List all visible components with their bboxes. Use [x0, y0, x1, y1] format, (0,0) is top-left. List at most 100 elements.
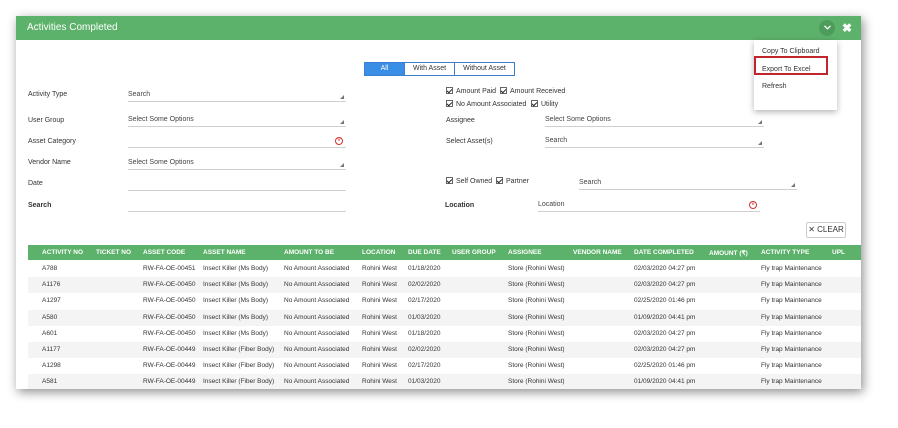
cell-date-completed: 02/03/2020 04:27 pm	[634, 329, 696, 337]
cell-activity-type: Fly trap Maintenance	[761, 281, 822, 289]
cell-activity-no: A601	[42, 329, 58, 337]
cell-asset-code: RW-FA-OE-00450	[143, 313, 196, 321]
cell-activity-no: A1297	[42, 297, 61, 305]
asset-filter-tabs: All With Asset Without Asset	[364, 62, 515, 76]
search-field[interactable]	[128, 199, 346, 212]
checkbox-checked-icon	[500, 87, 507, 94]
table-row[interactable]: A601 RW-FA-OE-00450 Insect Killer (Ms Body…	[28, 326, 861, 342]
clear-button[interactable]: ✕ CLEAR	[806, 222, 846, 238]
column-header-activity-type[interactable]: ACTIVITY TYPE	[761, 249, 809, 256]
cell-asset-code: RW-FA-OE-00449	[143, 378, 196, 386]
partner-checkbox[interactable]: Partner	[496, 177, 529, 185]
self-owned-checkbox[interactable]: Self Owned	[446, 177, 492, 185]
column-header-asset-name[interactable]: ASSET NAME	[203, 249, 246, 256]
cell-due-date: 01/03/2020	[408, 313, 441, 321]
utility-checkbox[interactable]: Utility	[531, 100, 558, 108]
activities-completed-window: Activities Completed ✖ All With Asset Wi…	[16, 16, 861, 389]
cell-activity-no: A1176	[42, 281, 61, 289]
table-row[interactable]: A1298 RW-FA-OE-00449 Insect Killer (Fiber …	[28, 358, 861, 374]
amount-received-checkbox[interactable]: Amount Received	[500, 87, 565, 95]
table-row[interactable]: A580 RW-FA-OE-00450 Insect Killer (Ms Body…	[28, 309, 861, 326]
cell-activity-no: A580	[42, 313, 58, 321]
clear-circle-icon[interactable]: ×	[749, 201, 757, 209]
location-placeholder: Location	[538, 201, 565, 208]
table-row[interactable]: A1177 RW-FA-OE-00449 Insect Killer (Fiber …	[28, 342, 861, 358]
chevron-down-icon[interactable]	[819, 20, 835, 36]
cell-asset-name: Insect Killer (Ms Body)	[203, 297, 269, 305]
column-header-date-completed[interactable]: DATE COMPLETED	[634, 249, 694, 256]
column-header-assignee[interactable]: ASSIGNEE	[508, 249, 542, 256]
column-header-activity-no[interactable]: ACTIVITY NO	[42, 249, 83, 256]
resize-handle-icon	[758, 120, 762, 124]
cell-amount-to-be: No Amount Associated	[284, 329, 350, 337]
column-header-asset-code[interactable]: ASSET CODE	[143, 249, 185, 256]
no-amount-associated-checkbox[interactable]: No Amount Associated	[446, 100, 526, 108]
select-assets-field[interactable]: Search	[545, 135, 764, 148]
column-header-amount[interactable]: AMOUNT (₹)	[709, 249, 748, 257]
column-header-due-date[interactable]: DUE DATE	[408, 249, 441, 256]
resize-handle-icon	[340, 163, 344, 167]
asset-category-field[interactable]: ×	[128, 135, 346, 148]
menu-item-copy-to-clipboard[interactable]: Copy To Clipboard	[762, 48, 819, 55]
close-icon[interactable]: ✖	[839, 20, 855, 36]
activity-type-field[interactable]: Search	[128, 89, 346, 102]
cell-activity-type: Fly trap Maintenance	[761, 329, 822, 337]
column-header-amount-to-be[interactable]: AMOUNT TO BE	[284, 249, 334, 256]
cell-asset-code: RW-FA-OE-00450	[143, 297, 196, 305]
cell-activity-no: A1298	[42, 362, 61, 370]
cell-date-completed: 02/03/2020 04:27 pm	[634, 265, 696, 272]
cell-activity-type: Fly trap Maintenance	[761, 265, 822, 272]
cell-activity-type: Fly trap Maintenance	[761, 346, 822, 353]
cell-date-completed: 02/03/2020 04:27 pm	[634, 346, 696, 353]
column-header-ticket-no[interactable]: TICKET NO	[96, 249, 131, 256]
cell-assignee: Store (Rohini West)	[508, 362, 565, 370]
tab-without-asset[interactable]: Without Asset	[455, 63, 514, 75]
table-row[interactable]: A1297 RW-FA-OE-00450 Insect Killer (Ms Bod…	[28, 293, 861, 309]
cell-activity-no: A1177	[42, 346, 61, 353]
menu-item-refresh[interactable]: Refresh	[762, 83, 787, 90]
cell-asset-code: RW-FA-OE-00450	[143, 329, 196, 337]
asset-category-label: Asset Category	[28, 138, 76, 145]
checkbox-checked-icon	[446, 177, 453, 184]
self-owned-label: Self Owned	[456, 178, 493, 185]
cell-location: Rohini West	[362, 297, 397, 305]
cell-amount-to-be: No Amount Associated	[284, 265, 350, 272]
tab-all[interactable]: All	[365, 63, 405, 75]
vendor-name-placeholder: Select Some Options	[128, 159, 194, 166]
cell-date-completed: 01/09/2020 04:41 pm	[634, 378, 696, 386]
cell-assignee: Store (Rohini West)	[508, 329, 565, 337]
cell-asset-name: Insect Killer (Fiber Body)	[203, 346, 275, 353]
location-field[interactable]: Location ×	[538, 199, 760, 212]
table-row[interactable]: A581 RW-FA-OE-00449 Insect Killer (Fiber B…	[28, 374, 861, 389]
cell-location: Rohini West	[362, 281, 397, 289]
resize-handle-icon	[340, 95, 344, 99]
tab-with-asset[interactable]: With Asset	[405, 63, 456, 75]
user-group-select[interactable]: Select Some Options	[128, 114, 346, 127]
cell-assignee: Store (Rohini West)	[508, 265, 565, 272]
cell-activity-type: Fly trap Maintenance	[761, 297, 822, 305]
cell-asset-code: RW-FA-OE-00451	[143, 265, 196, 272]
column-header-user-group[interactable]: USER GROUP	[452, 249, 496, 256]
date-field[interactable]	[128, 178, 346, 191]
vendor-name-select[interactable]: Select Some Options	[128, 157, 346, 170]
cell-due-date: 01/03/2020	[408, 378, 441, 386]
table-row[interactable]: A788 RW-FA-OE-00451 Insect Killer (Ms Body…	[28, 261, 861, 277]
amount-paid-checkbox[interactable]: Amount Paid	[446, 87, 496, 95]
cell-location: Rohini West	[362, 346, 397, 353]
cell-activity-type: Fly trap Maintenance	[761, 313, 822, 321]
table-row[interactable]: A1176 RW-FA-OE-00450 Insect Killer (Ms Bod…	[28, 277, 861, 294]
resize-handle-icon	[758, 141, 762, 145]
partner-label: Partner	[506, 178, 529, 185]
clear-circle-icon[interactable]: ×	[335, 137, 343, 145]
ownership-search-field[interactable]: Search	[579, 177, 797, 190]
assignee-select[interactable]: Select Some Options	[545, 114, 764, 127]
cell-amount-to-be: No Amount Associated	[284, 378, 350, 386]
column-header-vendor-name[interactable]: VENDOR NAME	[573, 249, 622, 256]
column-header-upload[interactable]: UPL	[832, 249, 845, 256]
cell-activity-type: Fly trap Maintenance	[761, 362, 822, 370]
export-to-excel-highlight	[754, 56, 828, 75]
cell-activity-no: A581	[42, 378, 58, 386]
cell-location: Rohini West	[362, 329, 397, 337]
column-header-location[interactable]: LOCATION	[362, 249, 395, 256]
resize-handle-icon	[791, 183, 795, 187]
